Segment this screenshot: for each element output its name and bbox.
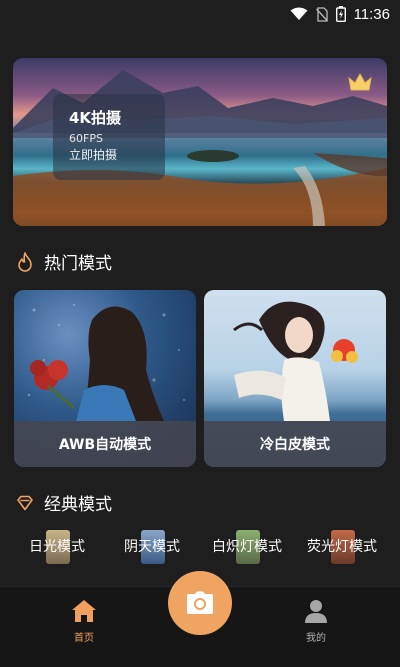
nav-mine-label: 我的 [306, 633, 326, 644]
classic-modes-header: 经典模式 [16, 490, 112, 515]
nav-mine[interactable]: 我的 [286, 599, 346, 644]
cold-white-mode-card[interactable]: 冷白皮模式 [204, 290, 386, 467]
wifi-icon [290, 7, 308, 20]
cloudy-mode-item[interactable]: 阴天模式 [107, 528, 197, 568]
cold-white-mode-label: 冷白皮模式 [204, 421, 386, 467]
fluorescent-mode-item[interactable]: 荧光灯模式 [297, 528, 387, 568]
nav-home[interactable]: 首页 [54, 599, 114, 644]
daylight-mode-label: 日光模式 [29, 539, 85, 555]
status-bar: 11:36 [0, 0, 400, 28]
battery-icon [335, 6, 346, 22]
diamond-icon [17, 495, 33, 510]
classic-modes-list: 日光模式 阴天模式 白炽灯模式 荧光灯模式 [0, 528, 400, 568]
crown-icon [348, 72, 372, 91]
awb-mode-card[interactable]: AWB自动模式 [14, 290, 196, 467]
incandescent-mode-label: 白炽灯模式 [212, 539, 282, 555]
hot-modes-header: 热门模式 [16, 249, 112, 274]
banner-info-card: 4K拍摄 60FPS 立即拍摄 [53, 94, 165, 180]
fluorescent-mode-label: 荧光灯模式 [307, 539, 377, 555]
banner-title: 4K拍摄 [69, 109, 122, 127]
user-icon [305, 600, 327, 623]
awb-mode-label: AWB自动模式 [14, 421, 196, 467]
classic-modes-title: 经典模式 [44, 495, 112, 515]
cloudy-mode-label: 阴天模式 [124, 539, 180, 555]
no-sim-icon [315, 6, 328, 22]
hot-modes-title: 热门模式 [44, 254, 112, 274]
camera-button[interactable] [168, 571, 232, 635]
home-icon [72, 600, 96, 622]
daylight-mode-item[interactable]: 日光模式 [12, 528, 102, 568]
4k-banner[interactable]: 4K拍摄 60FPS 立即拍摄 [13, 58, 387, 226]
status-time: 11:36 [353, 5, 390, 23]
flame-icon [18, 251, 32, 272]
banner-cta[interactable]: 立即拍摄 [69, 147, 165, 164]
banner-subtitle: 60FPS [69, 132, 103, 145]
incandescent-mode-item[interactable]: 白炽灯模式 [202, 528, 292, 568]
camera-icon [187, 591, 213, 614]
nav-home-label: 首页 [74, 633, 94, 644]
